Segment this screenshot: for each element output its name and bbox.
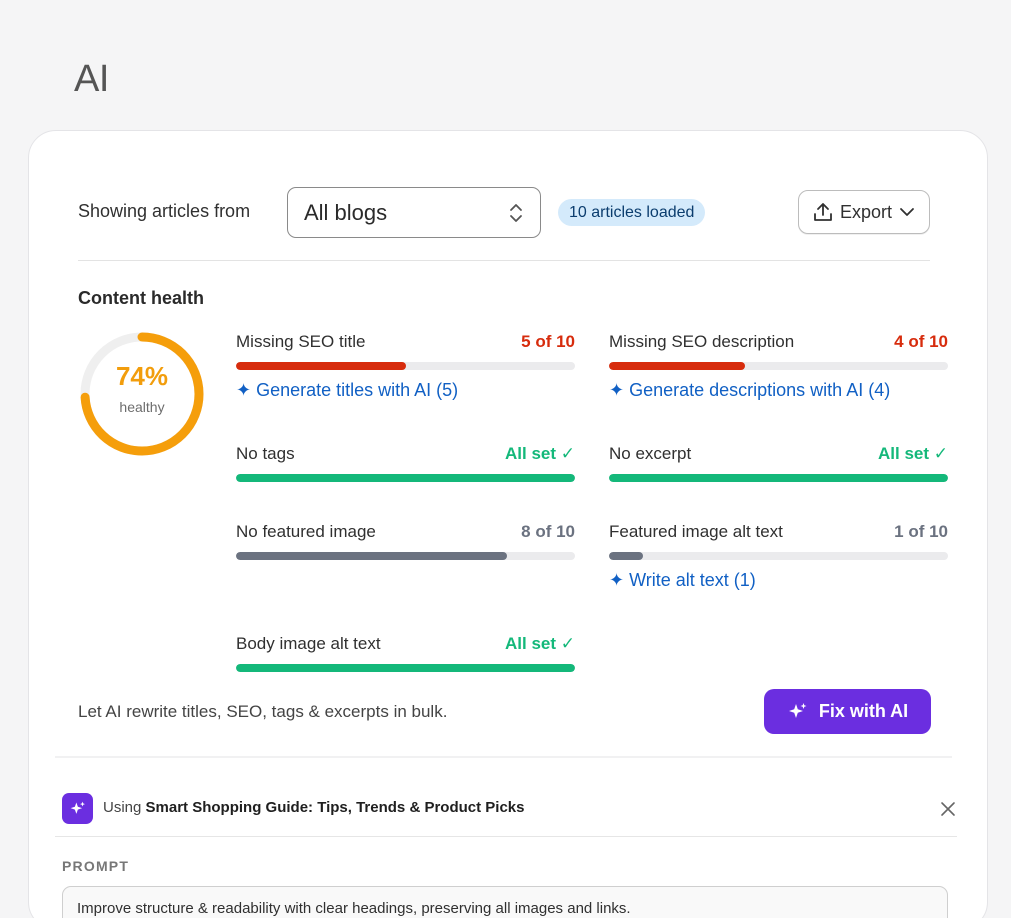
- health-donut-chart: [80, 332, 204, 456]
- metric-value: 4 of 10: [894, 332, 948, 351]
- bulk-rewrite-hint: Let AI rewrite titles, SEO, tags & excer…: [78, 702, 448, 721]
- export-label: Export: [839, 201, 893, 222]
- metric-label: Missing SEO title: [236, 332, 366, 351]
- prompt-input[interactable]: Improve structure & readability with cle…: [62, 886, 948, 918]
- generate-titles-link[interactable]: ✦ Generate titles with AI (5): [236, 380, 458, 401]
- metric-bar-fill: [236, 552, 508, 560]
- metric-bar-fill: [236, 474, 575, 482]
- metric-bar-fill: [236, 362, 406, 370]
- sparkle-icon: [70, 801, 85, 814]
- prompt-label: PROMPT: [62, 858, 130, 874]
- metric-body-image-alt-text: Body image alt text All set ✓: [236, 634, 575, 674]
- close-icon[interactable]: [939, 800, 957, 818]
- metric-label: Missing SEO description: [609, 332, 795, 351]
- metric-bar: [609, 474, 948, 482]
- metric-bar: [609, 362, 948, 370]
- toolbar: Showing articles from All blogs 10 artic…: [78, 187, 930, 239]
- health-donut: 74% healthy: [77, 329, 207, 459]
- metric-featured-image-alt-text: Featured image alt text 1 of 10 ✦ Write …: [609, 522, 948, 602]
- metric-bar: [236, 362, 575, 370]
- using-divider: [55, 836, 957, 837]
- sparkle-icon: [788, 702, 807, 718]
- metric-bar: [609, 552, 948, 560]
- metric-no-featured-image: No featured image 8 of 10: [236, 522, 575, 562]
- metric-bar: [236, 552, 575, 560]
- metric-value: 8 of 10: [521, 522, 575, 541]
- metric-value: 1 of 10: [894, 522, 948, 541]
- health-score: 74%: [115, 361, 169, 391]
- showing-articles-label: Showing articles from: [78, 201, 251, 221]
- metric-no-tags: No tags All set ✓: [236, 444, 575, 484]
- metric-bar-fill: [236, 664, 575, 672]
- toolbar-divider: [78, 260, 930, 261]
- metric-missing-seo-description: Missing SEO description 4 of 10 ✦ Genera…: [609, 332, 948, 412]
- metric-value: All set ✓: [505, 634, 575, 653]
- health-score-label: healthy: [119, 399, 165, 415]
- blog-select-value: All blogs: [304, 200, 388, 225]
- chevron-down-icon: [900, 208, 914, 216]
- metric-value: All set ✓: [505, 444, 575, 463]
- export-button[interactable]: Export: [798, 190, 930, 234]
- guide-name: Smart Shopping Guide: Tips, Trends & Pro…: [145, 799, 525, 816]
- blog-select[interactable]: All blogs: [287, 187, 541, 238]
- ai-sparkle-badge-icon: [62, 793, 93, 824]
- content-health-title: Content health: [78, 288, 204, 308]
- section-separator: [55, 756, 952, 758]
- metric-value: All set ✓: [878, 444, 948, 463]
- using-guide-text: Using Smart Shopping Guide: Tips, Trends…: [103, 799, 524, 816]
- metric-label: No tags: [236, 444, 295, 463]
- fix-with-ai-label: Fix with AI: [818, 701, 909, 721]
- metric-bar-fill: [609, 474, 948, 482]
- metric-missing-seo-title: Missing SEO title 5 of 10 ✦ Generate tit…: [236, 332, 575, 412]
- upload-icon: [814, 203, 832, 221]
- metric-bar-fill: [609, 362, 745, 370]
- fix-with-ai-button[interactable]: Fix with AI: [764, 689, 931, 734]
- metric-bar: [236, 474, 575, 482]
- metric-bar-fill: [609, 552, 643, 560]
- metric-bar: [236, 664, 575, 672]
- write-alt-text-link[interactable]: ✦ Write alt text (1): [609, 570, 756, 591]
- metric-label: No excerpt: [609, 444, 692, 463]
- metric-value: 5 of 10: [521, 332, 575, 351]
- generate-descriptions-link[interactable]: ✦ Generate descriptions with AI (4): [609, 380, 890, 401]
- using-guide-row: Using Smart Shopping Guide: Tips, Trends…: [62, 793, 957, 825]
- metric-label: Featured image alt text: [609, 522, 783, 541]
- metric-label: No featured image: [236, 522, 376, 541]
- using-prefix: Using: [103, 799, 142, 816]
- chevron-updown-icon: [510, 204, 522, 222]
- articles-loaded-badge: 10 articles loaded: [558, 199, 706, 226]
- content-card: Showing articles from All blogs 10 artic…: [28, 130, 988, 918]
- metric-no-excerpt: No excerpt All set ✓: [609, 444, 948, 484]
- metric-label: Body image alt text: [236, 634, 381, 653]
- page-title: AI: [74, 58, 109, 100]
